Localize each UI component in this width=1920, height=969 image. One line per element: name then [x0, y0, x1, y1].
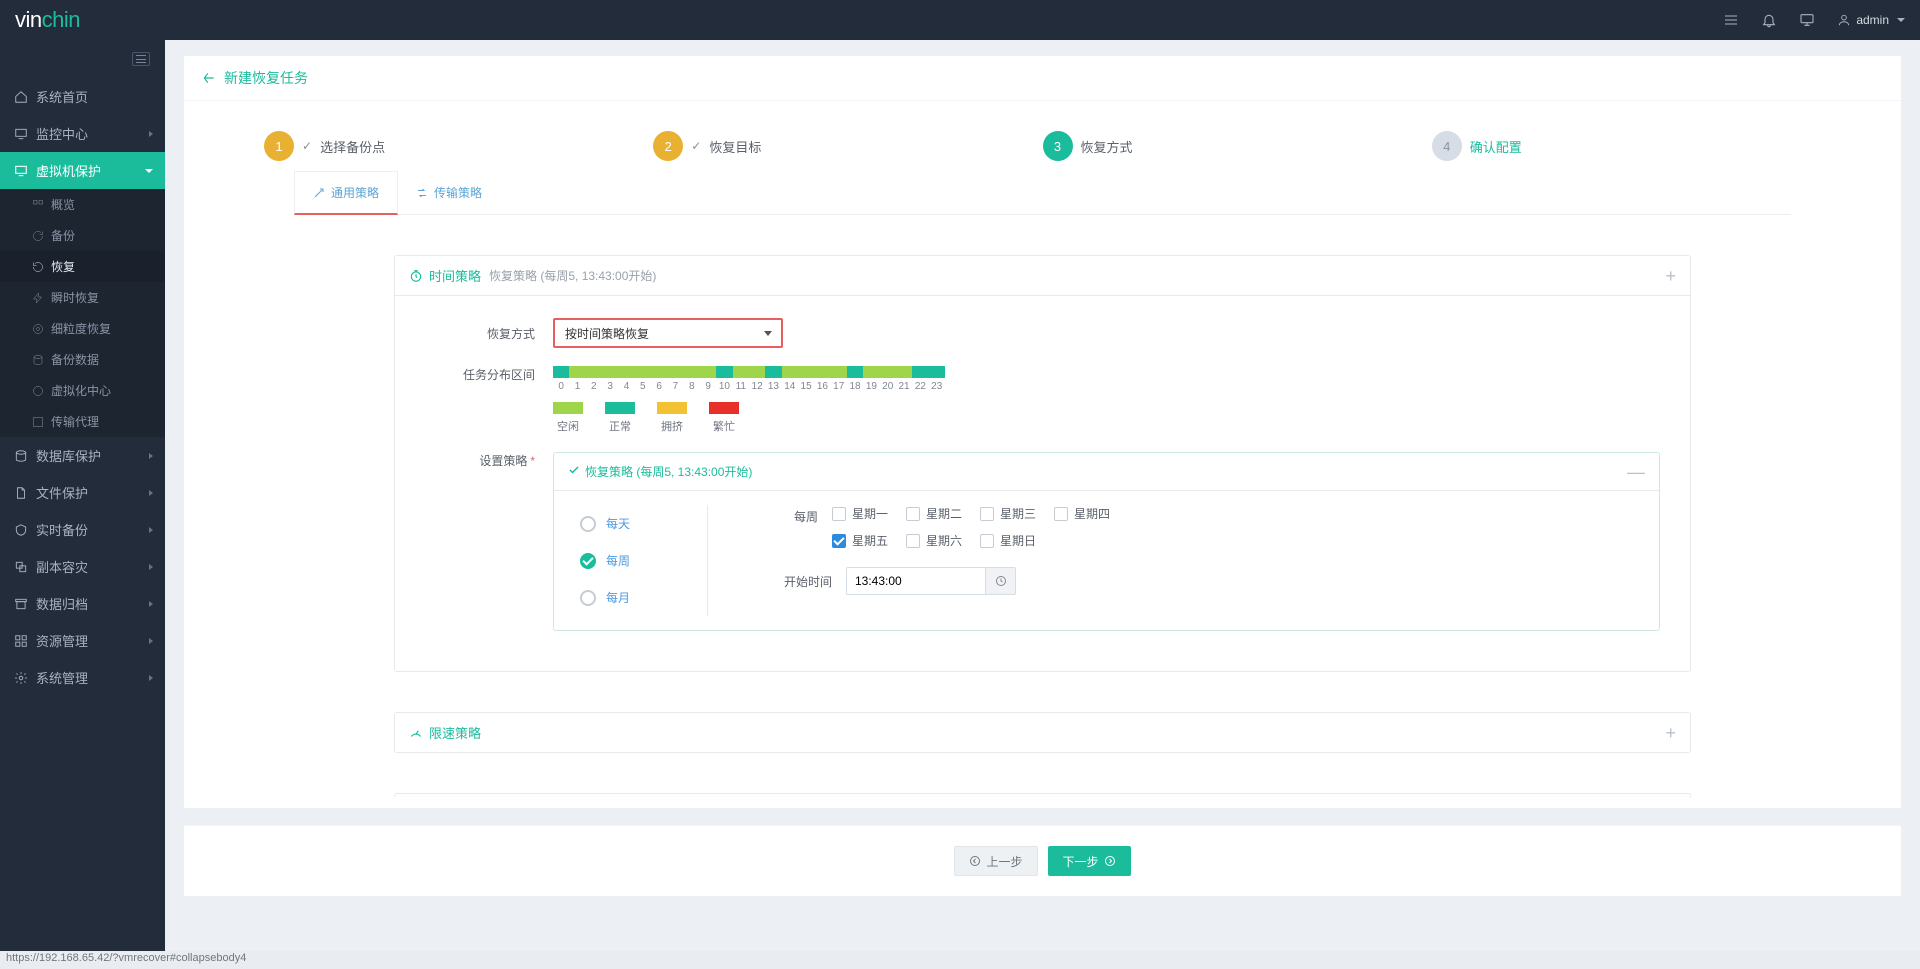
tab-transfer-policy[interactable]: 传输策略: [398, 171, 500, 214]
sidebar-item-replica[interactable]: 副本容灾: [0, 548, 165, 585]
wizard-step-2[interactable]: 2✓恢复目标: [653, 131, 1042, 161]
sidebar-sub-instant[interactable]: 瞬时恢复: [0, 282, 165, 313]
sidebar-sub-granular[interactable]: 细粒度恢复: [0, 313, 165, 344]
day-checkbox-thu[interactable]: 星期四: [1054, 505, 1110, 522]
start-time-picker-button[interactable]: [986, 567, 1016, 595]
freq-option-weekly[interactable]: 每周: [568, 542, 707, 579]
sidebar-sub-proxy[interactable]: 传输代理: [0, 406, 165, 437]
brand-logo: vinchin: [15, 7, 80, 33]
policy-panel-head[interactable]: 恢复策略 (每周5, 13:43:00开始) —: [554, 453, 1659, 490]
user-menu[interactable]: admin: [1837, 13, 1905, 27]
tab-general-policy[interactable]: 通用策略: [294, 171, 398, 215]
sidebar-sub-restore[interactable]: 恢复: [0, 251, 165, 282]
start-time-input[interactable]: [846, 567, 986, 595]
restore-mode-select[interactable]: 按时间策略恢复: [553, 318, 783, 348]
sidebar-item-system[interactable]: 系统管理: [0, 659, 165, 696]
distribution-label: 任务分布区间: [425, 366, 553, 383]
sidebar-item-archive[interactable]: 数据归档: [0, 585, 165, 622]
topbar-monitor-icon[interactable]: [1799, 12, 1815, 28]
topbar-list-icon[interactable]: [1723, 12, 1739, 28]
week-label: 每周: [778, 505, 818, 525]
day-checkbox-tue[interactable]: 星期二: [906, 505, 962, 522]
sidebar-sub-virtualization[interactable]: 虚拟化中心: [0, 375, 165, 406]
wizard-step-1[interactable]: 1✓选择备份点: [264, 131, 653, 161]
day-checkbox-sun[interactable]: 星期日: [980, 532, 1036, 549]
policy-collapse-icon: —: [1627, 467, 1645, 477]
browser-status-bar: https://192.168.65.42/?vmrecover#collaps…: [0, 951, 1920, 969]
prev-step-button[interactable]: 上一步: [954, 846, 1037, 876]
sidebar-sub-backup[interactable]: 备份: [0, 220, 165, 251]
freq-option-monthly[interactable]: 每月: [568, 579, 707, 616]
day-checkbox-wed[interactable]: 星期三: [980, 505, 1036, 522]
legend-swatch-busy: [709, 402, 739, 414]
acc-head-speed-policy[interactable]: 限速策略 +: [395, 713, 1690, 752]
set-policy-label: 设置策略*: [425, 452, 553, 469]
sidebar-sub-backup-data[interactable]: 备份数据: [0, 344, 165, 375]
day-checkbox-mon[interactable]: 星期一: [832, 505, 888, 522]
sidebar-item-cdp[interactable]: 实时备份: [0, 511, 165, 548]
sidebar-toggle[interactable]: [132, 52, 150, 66]
topbar-bell-icon[interactable]: [1761, 12, 1777, 28]
page-back-icon[interactable]: [202, 71, 216, 85]
sidebar-item-home[interactable]: 系统首页: [0, 78, 165, 115]
acc-head-time-policy[interactable]: 时间策略 恢复策略 (每周5, 13:43:00开始) +: [395, 256, 1690, 295]
day-checkbox-fri[interactable]: 星期五: [832, 532, 888, 549]
legend-swatch-idle: [553, 402, 583, 414]
sidebar-item-monitor[interactable]: 监控中心: [0, 115, 165, 152]
legend-swatch-crowded: [657, 402, 687, 414]
wizard-step-4[interactable]: 4确认配置: [1432, 131, 1821, 161]
start-time-label: 开始时间: [778, 573, 832, 590]
restore-mode-label: 恢复方式: [425, 325, 553, 342]
hour-distribution-bar: [553, 366, 945, 378]
day-checkbox-sat[interactable]: 星期六: [906, 532, 962, 549]
sidebar-item-resources[interactable]: 资源管理: [0, 622, 165, 659]
acc-expand-icon: +: [1665, 726, 1676, 740]
acc-expand-icon: +: [1665, 269, 1676, 283]
hour-distribution-ticks: 01234567891011121314151617181920212223: [553, 381, 945, 392]
sidebar-item-vm-protect[interactable]: 虚拟机保护: [0, 152, 165, 189]
legend-swatch-normal: [605, 402, 635, 414]
sidebar-item-file-protect[interactable]: 文件保护: [0, 474, 165, 511]
next-step-button[interactable]: 下一步: [1048, 846, 1131, 876]
wizard-step-3[interactable]: 3恢复方式: [1043, 131, 1432, 161]
sidebar-item-db-protect[interactable]: 数据库保护: [0, 437, 165, 474]
sidebar-sub-overview[interactable]: 概览: [0, 189, 165, 220]
page-title: 新建恢复任务: [224, 68, 308, 88]
freq-option-daily[interactable]: 每天: [568, 505, 707, 542]
